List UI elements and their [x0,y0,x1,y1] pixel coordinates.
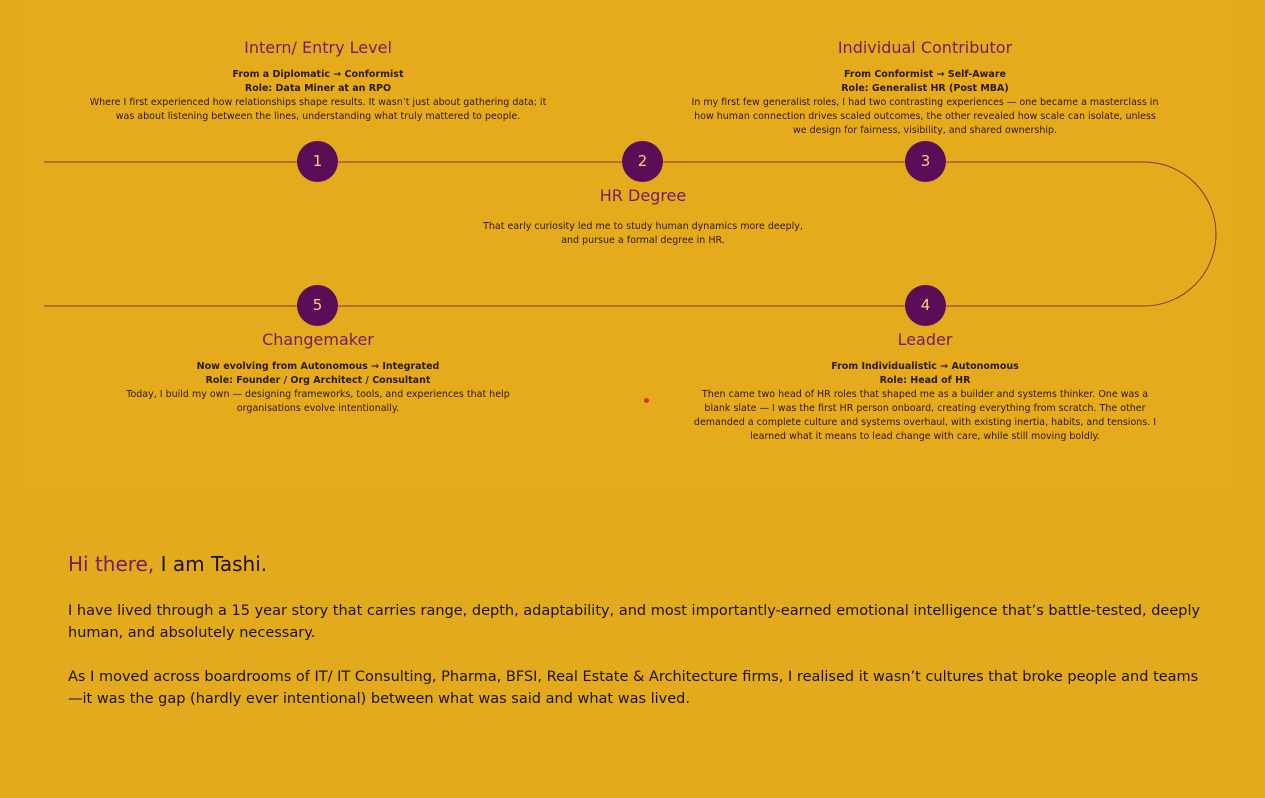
milestone-transition: Now evolving from Autonomous → Integrate… [196,361,440,372]
milestone-node-4[interactable]: 4 [905,285,946,326]
milestone-role: Role: Generalist HR (Post MBA) [841,83,1009,94]
milestone-description: Today, I build my own — designing framew… [126,389,510,414]
milestone-2: HR Degree That early curiosity led me to… [483,186,803,248]
milestone-1: Intern/ Entry Level From a Diplomatic → … [83,38,553,124]
milestone-transition: From Conformist → Self-Aware [844,69,1006,80]
milestone-role: Role: Head of HR [879,375,971,386]
milestone-description: That early curiosity led me to study hum… [483,221,803,246]
milestone-node-1[interactable]: 1 [297,141,338,182]
milestone-5: Changemaker Now evolving from Autonomous… [93,330,543,416]
milestone-title: Leader [897,330,953,349]
milestone-title: Changemaker [262,330,374,349]
intro-heading: Hi there, I am Tashi. [68,550,1208,578]
milestone-description: In my first few generalist roles, I had … [691,97,1159,136]
milestone-4: Leader From Individualistic → Autonomous… [693,330,1158,444]
milestone-role: Role: Founder / Org Architect / Consulta… [205,375,431,386]
milestone-transition: From Individualistic → Autonomous [831,361,1019,372]
cursor-dot [644,398,649,403]
milestone-node-5[interactable]: 5 [297,285,338,326]
milestone-transition: From a Diplomatic → Conformist [232,69,404,80]
intro-section: Hi there, I am Tashi. I have lived throu… [68,550,1208,732]
milestone-description: Where I first experienced how relationsh… [89,97,547,122]
milestone-title: Intern/ Entry Level [244,38,392,57]
milestone-description: Then came two head of HR roles that shap… [693,389,1157,442]
intro-greeting: Hi there, [68,552,155,576]
milestone-3: Individual Contributor From Conformist →… [688,38,1163,138]
milestone-node-3[interactable]: 3 [905,141,946,182]
milestone-role: Role: Data Miner at an RPO [244,83,392,94]
intro-paragraph-2: As I moved across boardrooms of IT/ IT C… [68,669,1199,707]
milestone-node-2[interactable]: 2 [622,141,663,182]
milestone-title: Individual Contributor [837,38,1013,57]
intro-name: I am Tashi. [154,552,268,576]
intro-paragraph-1: I have lived through a 15 year story tha… [68,603,1201,641]
milestone-title: HR Degree [599,186,687,205]
